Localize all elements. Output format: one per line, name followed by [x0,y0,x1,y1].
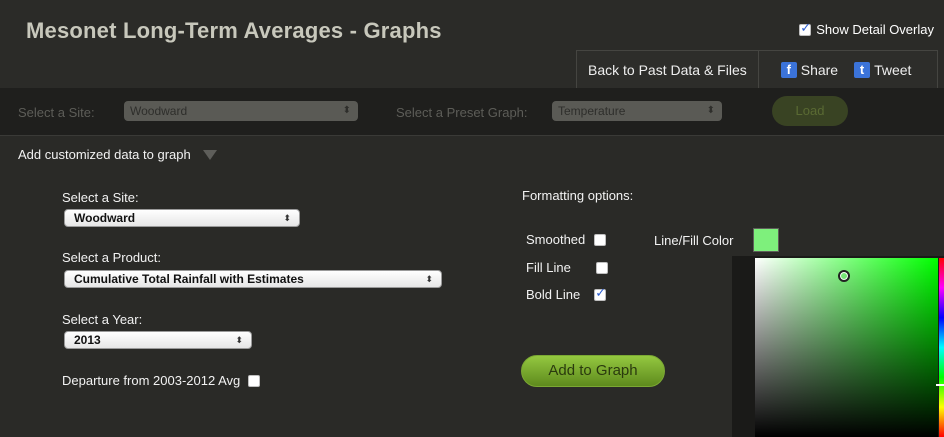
overlay-checkbox[interactable] [799,21,812,36]
hue-slider-marker[interactable] [936,384,944,386]
fill-line-checkbox[interactable] [595,261,608,274]
overlay-label: Show Detail Overlay [816,22,934,37]
smoothed-option[interactable]: Smoothed [526,232,607,247]
site-value: Woodward [74,211,136,225]
back-link[interactable]: Back to Past Data & Files [577,50,759,89]
year-value: 2013 [74,333,101,347]
color-picker-saturation-area[interactable] [755,258,938,437]
page-header: Mesonet Long-Term Averages - Graphs Show… [0,0,944,89]
select-arrows-icon: ⬍ [425,274,433,284]
expand-triangle-icon [202,149,217,160]
departure-checkbox[interactable] [248,374,261,387]
departure-label: Departure from 2003-2012 Avg [62,373,241,388]
fill-line-label: Fill Line [526,260,571,275]
top-nav: Back to Past Data & Files f Share t Twee… [576,50,938,89]
share-link[interactable]: f Share [759,61,839,78]
toolbar-preset-select[interactable]: Temperature ⬍ [552,101,722,121]
tweet-label: Tweet [874,61,912,78]
page-title: Mesonet Long-Term Averages - Graphs [26,18,442,43]
toolbar-site-value: Woodward [130,104,188,118]
year-label: Select a Year: [62,312,143,327]
select-arrows-icon: ⬍ [235,335,243,345]
facebook-icon: f [780,61,797,78]
toolbar-preset-value: Temperature [558,104,626,118]
color-picker-hue-slider[interactable] [939,258,944,437]
product-select[interactable]: Cumulative Total Rainfall with Estimates… [64,270,442,288]
site-select[interactable]: Woodward ⬍ [64,209,300,227]
bold-line-option[interactable]: Bold Line [526,286,607,302]
select-arrows-icon: ⬍ [283,213,291,223]
formatting-title: Formatting options: [522,188,634,203]
year-select[interactable]: 2013 ⬍ [64,331,252,349]
add-to-graph-button[interactable]: Add to Graph [521,355,665,387]
add-custom-toggle[interactable]: Add customized data to graph [18,147,217,162]
color-swatch[interactable] [753,228,779,252]
smoothed-checkbox[interactable] [594,233,607,246]
product-label: Select a Product: [62,250,161,265]
fill-line-option[interactable]: Fill Line [526,260,608,275]
add-custom-label: Add customized data to graph [18,147,191,162]
twitter-icon: t [854,61,871,78]
tweet-link[interactable]: t Tweet [846,61,912,78]
bold-line-label: Bold Line [526,287,581,302]
toolbar-site-select[interactable]: Woodward ⬍ [124,101,358,121]
color-label: Line/Fill Color [654,233,734,248]
select-arrows-icon: ⬍ [342,105,351,116]
preset-toolbar: Select a Site: Woodward ⬍ Select a Prese… [0,88,944,136]
bold-line-checkbox[interactable] [594,286,607,301]
product-value: Cumulative Total Rainfall with Estimates [74,272,304,286]
detail-overlay-toggle[interactable]: Show Detail Overlay [799,21,934,37]
select-arrows-icon: ⬍ [706,105,715,116]
load-button[interactable]: Load [772,96,848,126]
toolbar-preset-label: Select a Preset Graph: [396,105,528,120]
color-picker-handle[interactable] [838,270,850,282]
share-label: Share [800,61,839,78]
departure-option[interactable]: Departure from 2003-2012 Avg [62,373,261,388]
toolbar-site-label: Select a Site: [18,105,95,120]
smoothed-label: Smoothed [526,232,586,247]
site-label: Select a Site: [62,190,139,205]
